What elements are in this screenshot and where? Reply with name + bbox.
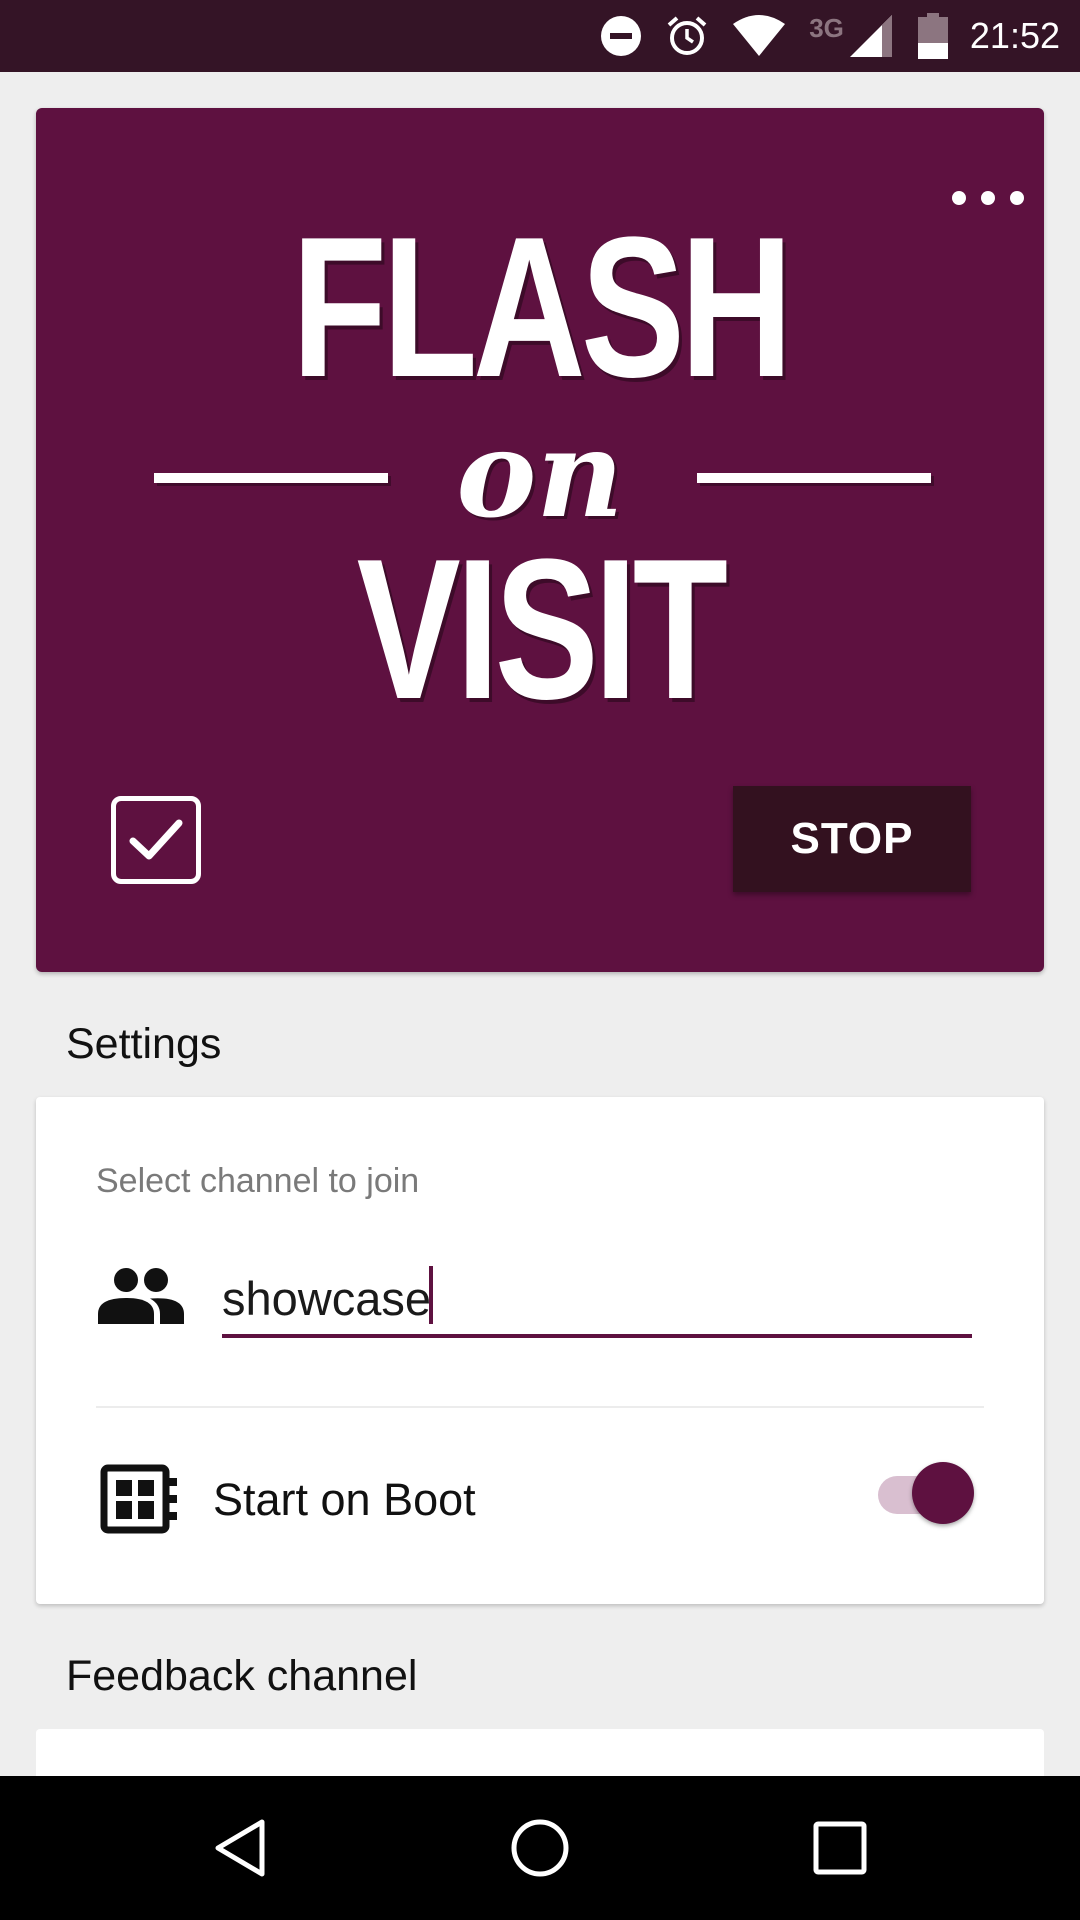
enable-checkbox[interactable] — [111, 796, 201, 884]
logo-visit-text: VISIT — [356, 518, 728, 741]
check-icon — [129, 819, 183, 860]
back-icon[interactable] — [204, 1812, 276, 1884]
logo-flash-text: FLASH — [291, 196, 793, 419]
settings-section-title: Settings — [66, 1020, 222, 1068]
start-on-boot-label: Start on Boot — [213, 1474, 476, 1525]
text-caret — [429, 1266, 433, 1324]
logo-rule-right — [697, 473, 931, 483]
navigation-bar — [0, 1776, 1080, 1920]
divider — [96, 1406, 984, 1408]
recents-icon[interactable] — [804, 1812, 876, 1884]
feedback-section-title: Feedback channel — [66, 1652, 418, 1700]
home-icon[interactable] — [504, 1812, 576, 1884]
toggle-thumb — [912, 1462, 974, 1524]
start-on-boot-toggle[interactable] — [876, 1462, 976, 1526]
channel-input[interactable] — [222, 1262, 972, 1338]
channel-field-label: Select channel to join — [96, 1162, 420, 1200]
stop-button[interactable]: STOP — [733, 786, 971, 892]
dashboard-icon — [100, 1464, 177, 1534]
group-icon — [98, 1268, 184, 1324]
app-logo: FLASH on VISIT — [0, 0, 1080, 760]
